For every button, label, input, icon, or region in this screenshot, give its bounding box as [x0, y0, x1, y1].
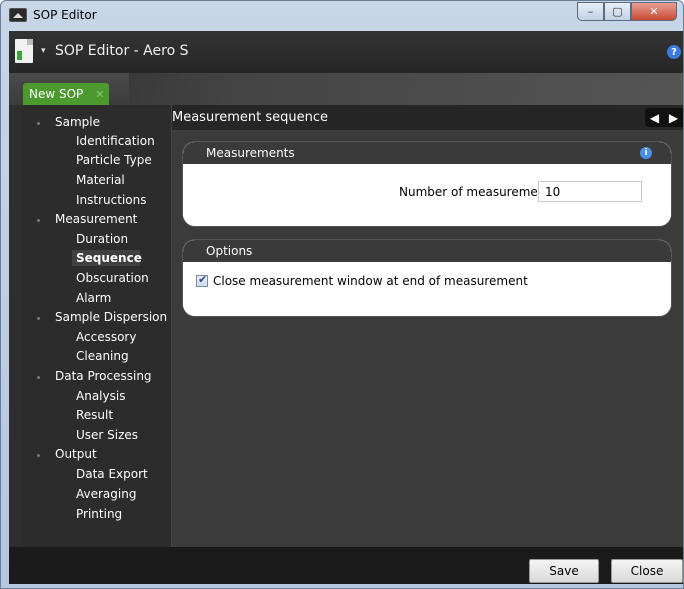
options-card-header: Options [183, 240, 671, 262]
window-title: SOP Editor [33, 8, 97, 22]
window-controls: – ▢ ✕ [577, 2, 677, 21]
panel-header: Measurement sequence ◀ ▶ [172, 105, 683, 130]
nav-group-measurement[interactable]: Measurement [55, 212, 137, 226]
next-page-icon[interactable]: ▶ [669, 111, 678, 125]
tab-new-sop[interactable]: New SOP ✕ [23, 83, 109, 105]
bullet-icon [37, 376, 40, 379]
chevron-down-icon[interactable]: ▾ [41, 46, 46, 56]
app-area: ▾ SOP Editor - Aero S ? New SOP ✕ Sample… [9, 31, 683, 584]
nav-item-obscuration[interactable]: Obscuration [76, 271, 149, 285]
tab-label: New SOP [29, 87, 84, 101]
app-header: ▾ SOP Editor - Aero S ? [9, 31, 683, 73]
page-navigation: ◀ ▶ [645, 108, 683, 127]
bullet-icon [37, 454, 40, 457]
nav-item-printing[interactable]: Printing [76, 507, 122, 521]
nav-item-identification[interactable]: Identification [76, 134, 155, 148]
options-card-title: Options [206, 244, 253, 258]
close-button[interactable]: Close [611, 559, 683, 583]
measurements-card: Measurements i Number of measurements: [183, 142, 671, 226]
close-window-checkbox-label: Close measurement window at end of measu… [213, 274, 528, 288]
options-card: Options Close measurement window at end … [183, 240, 671, 316]
nav-group-sample[interactable]: Sample [55, 115, 100, 129]
number-of-measurements-input[interactable] [538, 181, 642, 202]
page-title: Measurement sequence [172, 110, 329, 125]
nav-item-duration[interactable]: Duration [76, 232, 128, 246]
close-window-option[interactable]: Close measurement window at end of measu… [196, 273, 528, 288]
previous-page-icon[interactable]: ◀ [650, 111, 659, 125]
measurements-card-title: Measurements [206, 146, 295, 160]
sop-navigation-sidebar: Sample Identification Particle Type Mate… [22, 105, 172, 547]
nav-item-particle-type[interactable]: Particle Type [76, 153, 152, 167]
app-title: SOP Editor - Aero S [55, 43, 189, 59]
tab-strip: New SOP ✕ [9, 73, 683, 105]
nav-item-data-export[interactable]: Data Export [76, 467, 148, 481]
measurements-card-body: Number of measurements: [183, 164, 671, 226]
options-card-body: Close measurement window at end of measu… [183, 262, 671, 316]
nav-item-analysis[interactable]: Analysis [76, 389, 125, 403]
nav-item-sequence[interactable]: Sequence [72, 250, 142, 266]
dialog-footer: Save Close [9, 547, 683, 584]
nav-item-material[interactable]: Material [76, 173, 125, 187]
app-window-icon [9, 8, 27, 22]
editor-content: Sample Identification Particle Type Mate… [22, 105, 683, 547]
close-window-button[interactable]: ✕ [631, 2, 677, 21]
help-icon[interactable]: ? [667, 45, 681, 59]
nav-item-result[interactable]: Result [76, 408, 113, 422]
save-button[interactable]: Save [529, 559, 599, 583]
sop-document-icon[interactable] [15, 39, 33, 63]
bullet-icon [37, 122, 40, 125]
nav-group-data-processing[interactable]: Data Processing [55, 369, 152, 383]
measurements-card-header: Measurements i [183, 142, 671, 164]
minimize-button[interactable]: – [577, 2, 604, 21]
settings-panel: Measurement sequence ◀ ▶ Measurements i … [172, 105, 683, 547]
bullet-icon [37, 219, 40, 222]
nav-item-cleaning[interactable]: Cleaning [76, 349, 129, 363]
close-tab-icon[interactable]: ✕ [95, 88, 104, 101]
nav-group-output[interactable]: Output [55, 447, 97, 461]
number-of-measurements-label: Number of measurements: [399, 185, 561, 199]
nav-item-accessory[interactable]: Accessory [76, 330, 136, 344]
nav-item-user-sizes[interactable]: User Sizes [76, 428, 138, 442]
title-bar: SOP Editor – ▢ ✕ [1, 1, 683, 31]
maximize-button[interactable]: ▢ [604, 2, 631, 21]
nav-item-instructions[interactable]: Instructions [76, 193, 146, 207]
sop-editor-window: SOP Editor – ▢ ✕ ▾ SOP Editor - Aero S ?… [0, 0, 684, 589]
nav-item-averaging[interactable]: Averaging [76, 487, 136, 501]
nav-group-sample-dispersion[interactable]: Sample Dispersion [55, 310, 167, 324]
close-window-checkbox[interactable] [196, 273, 208, 287]
nav-item-alarm[interactable]: Alarm [76, 291, 111, 305]
info-icon[interactable]: i [640, 147, 652, 159]
bullet-icon [37, 317, 40, 320]
